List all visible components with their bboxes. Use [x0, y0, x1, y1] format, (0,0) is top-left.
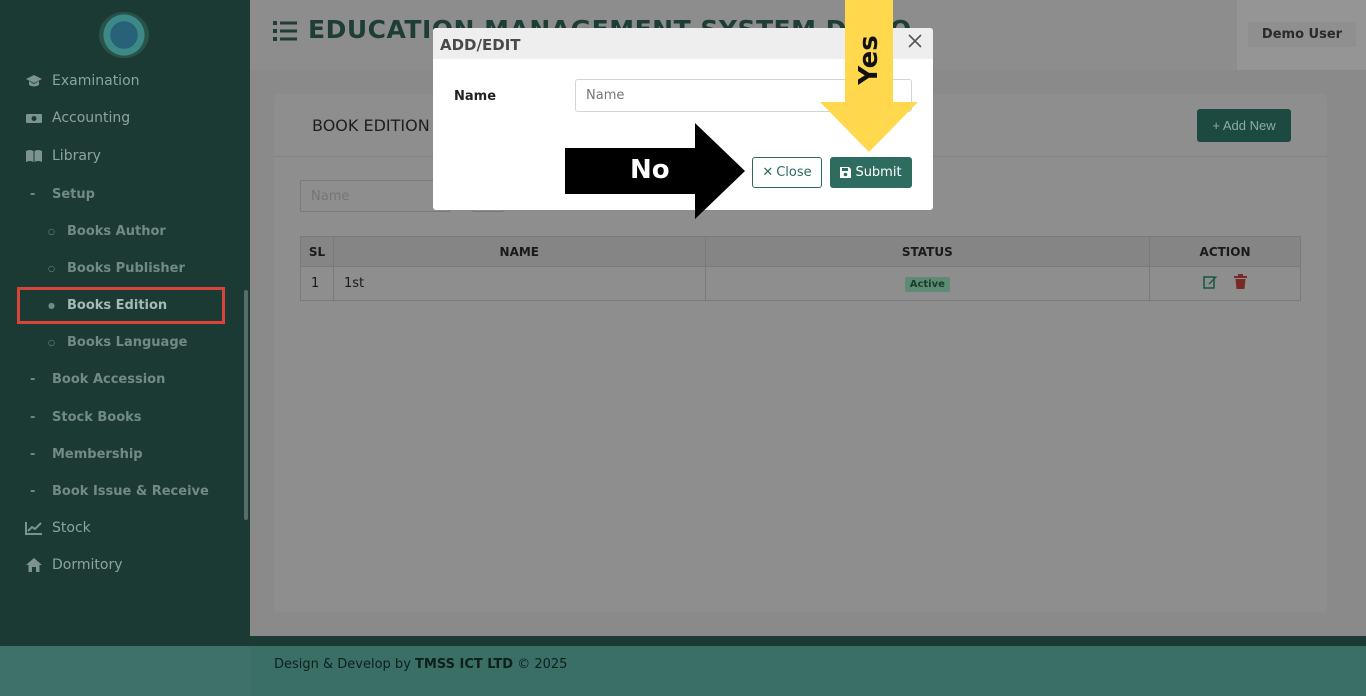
sidebar-scrollbar[interactable] — [244, 290, 248, 520]
edit-icon[interactable] — [1203, 274, 1218, 293]
sidebar-sub-book-issue[interactable]: - Book Issue & Receive — [30, 484, 209, 499]
status-badge: Active — [904, 276, 950, 292]
chart-line-icon — [24, 520, 44, 536]
sidebar-item-stock[interactable]: Stock — [24, 520, 91, 536]
submit-button[interactable]: Submit — [830, 157, 912, 188]
sidebar-sub-membership[interactable]: - Membership — [30, 447, 143, 462]
col-name: NAME — [332, 236, 706, 267]
sidebar-sub-books-publisher[interactable]: ○ Books Publisher — [48, 261, 185, 276]
book-open-icon — [24, 148, 44, 164]
save-icon — [840, 167, 852, 178]
footer-credit: Design & Develop by TMSS ICT LTD © 2025 — [274, 657, 568, 672]
money-icon — [24, 110, 44, 126]
delete-icon[interactable] — [1234, 274, 1248, 293]
sidebar-item-label: Accounting — [52, 110, 131, 126]
sidebar-sub-books-language[interactable]: ○ Books Language — [48, 335, 187, 350]
sidebar-sub-stock-books[interactable]: - Stock Books — [30, 410, 142, 425]
home-icon — [24, 557, 44, 573]
user-menu[interactable]: Demo User — [1248, 22, 1356, 47]
col-status: STATUS — [704, 236, 1151, 267]
footer-left — [0, 646, 250, 696]
highlight-box — [17, 287, 225, 324]
cell-sl: 1 — [300, 266, 334, 301]
book-edition-table: SL NAME STATUS ACTION 1 1st Active — [300, 236, 1301, 301]
table-row: 1 1st Active — [300, 266, 1301, 301]
sidebar-item-dormitory[interactable]: Dormitory — [24, 557, 122, 573]
footer-strip — [250, 636, 1366, 646]
sidebar-item-label: Library — [52, 148, 101, 164]
sidebar-item-label: Stock — [52, 520, 91, 536]
card-title: BOOK EDITION — [312, 116, 430, 135]
sidebar-sub-book-accession[interactable]: - Book Accession — [30, 372, 165, 387]
no-arrow-label: No — [630, 155, 670, 185]
sidebar-item-accounting[interactable]: Accounting — [24, 110, 130, 126]
modal-title: ADD/EDIT — [440, 36, 521, 54]
close-icon: ✕ — [762, 165, 774, 180]
close-button[interactable]: ✕ Close — [752, 157, 822, 188]
add-new-button[interactable]: + Add New — [1197, 109, 1291, 142]
footer-company: TMSS ICT LTD — [415, 657, 514, 672]
filter-name-input[interactable] — [300, 180, 450, 212]
col-action: ACTION — [1149, 236, 1301, 267]
name-label: Name — [454, 89, 497, 104]
sidebar-item-examination[interactable]: Examination — [24, 73, 140, 89]
cell-name: 1st — [332, 266, 706, 301]
sidebar-item-label: Examination — [52, 73, 140, 89]
yes-arrow-label: Yes — [854, 35, 884, 85]
sidebar-item-label: Dormitory — [52, 557, 123, 573]
col-sl: SL — [300, 236, 334, 267]
menu-list-icon[interactable] — [273, 20, 297, 42]
sidebar-sub-setup[interactable]: - Setup — [30, 187, 95, 202]
sidebar-item-library[interactable]: Library — [24, 148, 101, 164]
sidebar-sub-books-author[interactable]: ○ Books Author — [48, 224, 166, 239]
graduation-cap-icon — [24, 73, 44, 89]
logo — [99, 12, 149, 58]
